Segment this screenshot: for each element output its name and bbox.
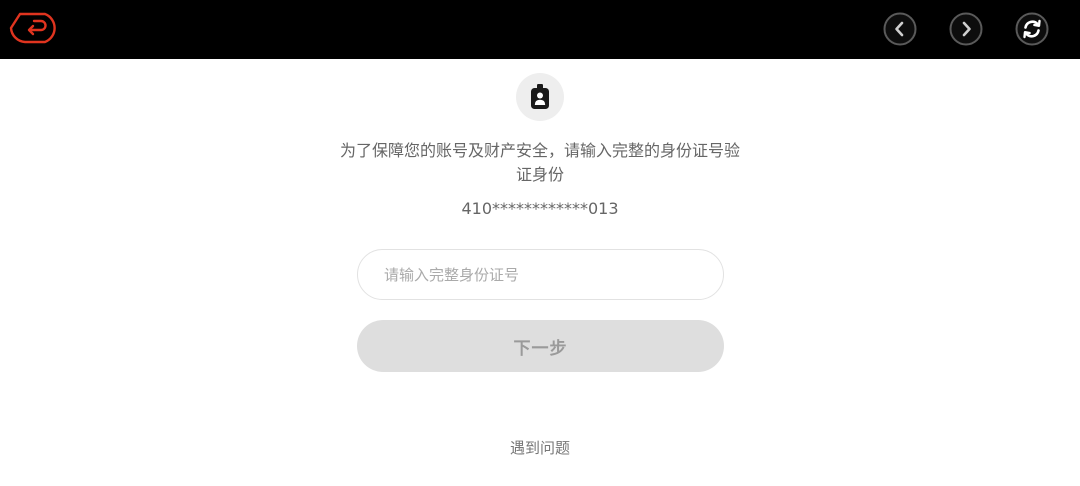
masked-id-number: 410************013 bbox=[461, 199, 619, 218]
browser-forward-button[interactable] bbox=[949, 12, 983, 46]
next-step-button[interactable]: 下一步 bbox=[357, 320, 724, 372]
id-number-input[interactable] bbox=[357, 249, 724, 300]
return-arrow-icon bbox=[9, 12, 56, 44]
refresh-icon bbox=[1015, 12, 1049, 46]
chevron-left-icon bbox=[883, 12, 917, 46]
verification-panel: 为了保障您的账号及财产安全，请输入完整的身份证号验证身份 410********… bbox=[0, 59, 1080, 486]
verification-prompt: 为了保障您的账号及财产安全，请输入完整的身份证号验证身份 bbox=[340, 141, 741, 184]
id-avatar bbox=[516, 73, 564, 121]
refresh-button[interactable] bbox=[1015, 12, 1049, 46]
id-badge-icon bbox=[531, 84, 549, 109]
chevron-right-icon bbox=[949, 12, 983, 46]
help-link[interactable]: 遇到问题 bbox=[440, 437, 640, 459]
top-bar bbox=[0, 0, 1080, 59]
browser-back-button[interactable] bbox=[883, 12, 917, 46]
back-button[interactable] bbox=[8, 11, 62, 45]
